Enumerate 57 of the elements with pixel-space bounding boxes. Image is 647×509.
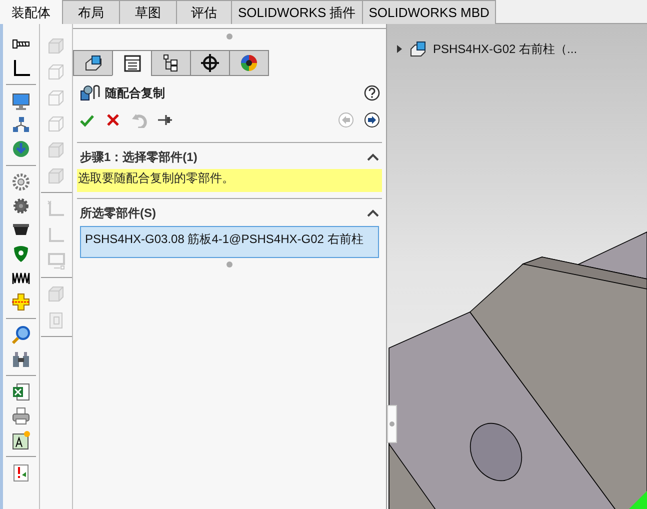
frame-icon	[46, 251, 66, 271]
corner-icon	[46, 199, 66, 219]
warning-icon[interactable]	[11, 463, 31, 483]
panel-tab[interactable]	[190, 50, 230, 76]
pin-button[interactable]	[157, 112, 173, 128]
cube-icon	[46, 36, 66, 56]
cube-icon	[46, 88, 66, 108]
angle-icon[interactable]	[11, 58, 31, 78]
cancel-button[interactable]	[105, 112, 121, 128]
expand-arrow-icon[interactable]	[395, 44, 403, 54]
panel-handle[interactable]	[387, 405, 397, 443]
part-icon	[409, 40, 427, 58]
ribbon-tab[interactable]: SOLIDWORKS 插件	[232, 0, 363, 24]
text-icon[interactable]	[11, 430, 31, 450]
cube-icon	[46, 284, 66, 304]
monitor-icon[interactable]	[11, 91, 31, 111]
ribbon-tab[interactable]: 草图	[120, 0, 177, 24]
section-title: 所选零部件(S)	[80, 205, 156, 222]
splitter-handle[interactable]	[226, 261, 233, 268]
gear-icon[interactable]	[11, 196, 31, 216]
list-icon	[122, 53, 142, 73]
part-icon	[83, 53, 103, 73]
network-icon[interactable]	[11, 115, 31, 135]
search-icon[interactable]	[11, 325, 31, 345]
ribbon-tab[interactable]: 评估	[177, 0, 232, 24]
collapse-icon[interactable]	[367, 208, 379, 218]
selection-list[interactable]: PSHS4HX-G03.08 筋板4-1@PSHS4HX-G02 右前柱	[80, 226, 379, 258]
cube-icon	[46, 140, 66, 160]
collapse-icon[interactable]	[367, 152, 379, 162]
cube-icon	[46, 114, 66, 134]
shield-icon[interactable]	[11, 244, 31, 264]
section-title: 步骤1：选择零部件(1)	[80, 149, 198, 166]
mate-copy-icon	[79, 83, 101, 103]
panel-tab[interactable]	[229, 50, 269, 76]
splitter-handle[interactable]	[226, 33, 233, 40]
panel-tab[interactable]	[112, 50, 152, 76]
cube-icon	[46, 166, 66, 186]
spreadsheet-icon[interactable]	[11, 382, 31, 402]
crosshair-icon	[200, 53, 220, 73]
cube-icon	[46, 62, 66, 82]
panel-title: 随配合复制	[105, 85, 165, 102]
ribbon-tab[interactable]: 布局	[63, 0, 120, 24]
next-button[interactable]	[364, 112, 380, 128]
tree-item-label[interactable]: PSHS4HX-G02 右前柱（...	[433, 40, 578, 58]
panel-tab[interactable]	[151, 50, 191, 76]
panel-tab[interactable]	[73, 50, 113, 76]
color-wheel-icon	[239, 53, 259, 73]
message-text: 选取要随配合复制的零部件。	[77, 169, 382, 192]
printer-icon[interactable]	[11, 406, 31, 426]
cross-icon[interactable]	[11, 292, 31, 312]
binoculars-icon[interactable]	[11, 349, 31, 369]
ribbon-tab[interactable]: SOLIDWORKS MBD	[362, 0, 496, 24]
help-icon[interactable]	[364, 85, 380, 101]
globe-icon[interactable]	[11, 139, 31, 159]
corner-icon	[46, 225, 66, 245]
gear-icon[interactable]	[11, 172, 31, 192]
ribbon-tab[interactable]: 装配体	[0, 0, 63, 25]
